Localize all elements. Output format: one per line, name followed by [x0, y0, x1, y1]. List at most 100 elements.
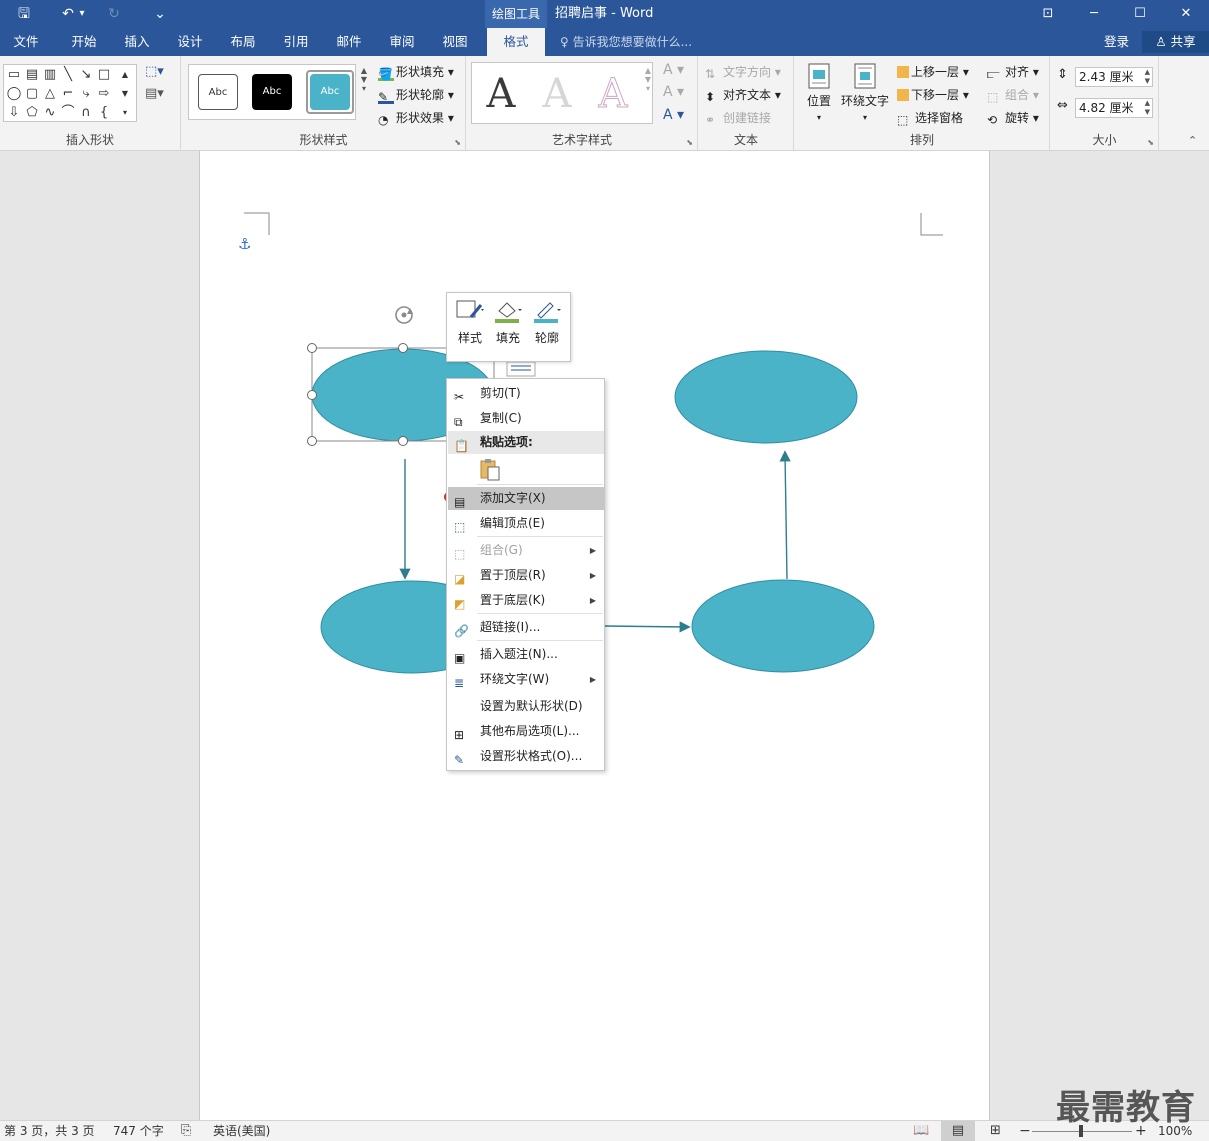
wordart-style-light[interactable]: A [532, 69, 582, 119]
menu-item-insert-caption[interactable]: ▣ 插入题注(N)... [448, 643, 604, 666]
width-input[interactable]: 4.82 厘米 ▲ ▼ [1075, 98, 1153, 118]
style-sample-outline[interactable]: Abc [198, 74, 238, 110]
connector-arrow-up[interactable] [779, 450, 791, 580]
shape-square-icon[interactable]: □ [95, 66, 113, 83]
share-button[interactable]: ♙ 共享 [1142, 31, 1209, 53]
mini-outline-button[interactable]: 轮廓 [529, 299, 565, 346]
resize-handle-s[interactable] [398, 436, 408, 446]
tab-home[interactable]: 开始 [60, 28, 108, 56]
zoom-out-button[interactable]: − [1019, 1121, 1031, 1141]
menu-item-copy[interactable]: ⧉ 复制(C) [448, 407, 604, 430]
menu-item-wrap-text[interactable]: ≣ 环绕文字(W) ▶ [448, 668, 604, 691]
web-layout-icon[interactable]: ⊞ [990, 1121, 1001, 1141]
shape-styles-scroll-icon[interactable]: ▲ ▼ ▾ [358, 66, 370, 93]
wordart-launcher-icon[interactable]: ⬊ [686, 138, 693, 147]
menu-item-more-layout-options[interactable]: ⊞ 其他布局选项(L)... [448, 720, 604, 743]
rotate-handle-icon[interactable] [395, 306, 413, 324]
shape-vtextbox-icon[interactable]: ▥ [41, 66, 59, 83]
shape-effects-button[interactable]: ◔ 形状效果 ▾ [378, 109, 454, 127]
collapse-ribbon-icon[interactable]: ⌃ [1188, 134, 1197, 147]
shape-line-icon[interactable]: ╲ [59, 66, 77, 83]
style-sample-dark[interactable]: Abc [252, 74, 292, 110]
style-sample-teal[interactable]: Abc [310, 74, 350, 110]
shape-triangle-icon[interactable]: △ [41, 85, 59, 102]
shape-oval-icon[interactable]: ◯ [5, 85, 23, 102]
shape-right-arrow-icon[interactable]: ⇨ [95, 85, 113, 102]
shape-freeform-icon[interactable]: ⬠ [23, 104, 41, 121]
menu-item-set-default-shape[interactable]: 设置为默认形状(D) [448, 695, 604, 718]
wordart-scroll-icon[interactable]: ▲ ▼ ▾ [642, 66, 654, 93]
shape-elbow-arrow-icon[interactable]: ⤷ [77, 85, 95, 102]
resize-handle-sw[interactable] [307, 436, 317, 446]
wordart-style-outline[interactable]: A [588, 69, 638, 119]
resize-handle-w[interactable] [307, 390, 317, 400]
shape-elbow-icon[interactable]: ⌐ [59, 85, 77, 102]
menu-item-hyperlink[interactable]: 🔗 超链接(I)... [448, 616, 604, 639]
size-launcher-icon[interactable]: ⬊ [1147, 138, 1154, 147]
bring-forward-button[interactable]: 上移一层 ▾ [897, 63, 969, 80]
tab-format[interactable]: 格式 [487, 28, 545, 56]
layout-options-icon[interactable] [506, 361, 536, 377]
shape-rect-icon[interactable]: ▭ [5, 66, 23, 83]
wrap-text-button[interactable]: 环绕文字 ▾ [839, 62, 891, 123]
print-layout-icon[interactable]: ▤ [941, 1121, 975, 1141]
shape-styles-launcher-icon[interactable]: ⬊ [454, 138, 461, 147]
align-text-button[interactable]: ⬍ 对齐文本 ▾ [705, 86, 781, 104]
ribbon-display-options-icon[interactable]: ⊡ [1025, 0, 1071, 28]
wordart-style-dark[interactable]: A [476, 69, 526, 119]
language-status[interactable]: 英语(美国) [213, 1121, 270, 1141]
edit-shape-icon[interactable]: ⬚▾ [145, 64, 164, 79]
menu-item-bring-to-front[interactable]: ◪ 置于顶层(R) ▶ [448, 564, 604, 587]
shape-arrow-line-icon[interactable]: ↘ [77, 66, 95, 83]
shapes-scroll-down-icon[interactable]: ▼ [116, 85, 134, 102]
shape-styles-gallery[interactable]: Abc Abc Abc [188, 64, 356, 120]
save-icon[interactable]: 🖫 [12, 4, 36, 24]
vertical-scrollbar[interactable] [1192, 151, 1209, 1120]
shape-rounded-rect-icon[interactable]: ▢ [23, 85, 41, 102]
tab-mailings[interactable]: 邮件 [325, 28, 373, 56]
paste-picture-icon[interactable] [479, 458, 501, 482]
tab-view[interactable]: 视图 [431, 28, 479, 56]
mini-fill-button[interactable]: 填充 [490, 299, 526, 346]
menu-item-format-shape[interactable]: ✎ 设置形状格式(O)... [448, 745, 604, 768]
customize-toolbar-icon[interactable]: ⌄ [148, 4, 172, 24]
shape-curve-icon[interactable]: ∩ [77, 104, 95, 121]
menu-item-add-text[interactable]: ▤ 添加文字(X) [448, 487, 604, 510]
tab-file[interactable]: 文件 [2, 28, 50, 56]
wordart-gallery[interactable]: A A A [471, 62, 653, 124]
mini-style-button[interactable]: 样式 [452, 299, 488, 346]
shape-fill-button[interactable]: 🪣 形状填充 ▾ [378, 63, 454, 81]
close-icon[interactable]: ✕ [1163, 0, 1209, 28]
page-count[interactable]: 第 3 页，共 3 页 [4, 1121, 95, 1141]
shapes-scroll-up-icon[interactable]: ▲ [116, 66, 134, 83]
tab-insert[interactable]: 插入 [113, 28, 161, 56]
connector-arrow-right[interactable] [603, 621, 691, 633]
rotate-button[interactable]: ⟲ 旋转 ▾ [987, 109, 1039, 127]
height-input[interactable]: 2.43 厘米 ▲ ▼ [1075, 67, 1153, 87]
shape-outline-button[interactable]: ✎ 形状轮廓 ▾ [378, 86, 454, 104]
menu-item-cut[interactable]: ✂ 剪切(T) [448, 382, 604, 405]
sign-in-link[interactable]: 登录 [1104, 28, 1129, 56]
tab-references[interactable]: 引用 [272, 28, 320, 56]
proofing-icon[interactable]: ⎘ [181, 1121, 191, 1141]
ellipse-top-right[interactable] [674, 350, 858, 444]
shapes-more-icon[interactable]: ▾ [116, 104, 134, 121]
menu-item-send-to-back[interactable]: ◩ 置于底层(K) ▶ [448, 589, 604, 612]
tell-me-search[interactable]: ♀ 告诉我您想要做什么... [560, 28, 692, 56]
shapes-gallery[interactable]: ▭ ▤ ▥ ╲ ↘ □ ◯ ▢ △ ⌐ ⤷ ⇨ ⇩ ⬠ ∿ ⌒ ∩ { ▲ ▼ … [3, 64, 137, 122]
shape-arc-icon[interactable]: ⌒ [59, 104, 77, 121]
shape-brace-icon[interactable]: { [95, 104, 113, 121]
resize-handle-nw[interactable] [307, 343, 317, 353]
tab-design[interactable]: 设计 [166, 28, 214, 56]
tab-review[interactable]: 审阅 [378, 28, 426, 56]
text-effects-icon[interactable]: A ▾ [663, 107, 684, 123]
shape-scribble-icon[interactable]: ∿ [41, 104, 59, 121]
selection-pane-button[interactable]: ⬚ 选择窗格 [897, 109, 963, 127]
resize-handle-n[interactable] [398, 343, 408, 353]
word-count[interactable]: 747 个字 [113, 1121, 164, 1141]
ellipse-bottom-right[interactable] [691, 579, 875, 673]
send-backward-button[interactable]: 下移一层 ▾ [897, 86, 969, 103]
position-button[interactable]: 位置 ▾ [801, 62, 837, 123]
shape-textbox-icon[interactable]: ▤ [23, 66, 41, 83]
shape-down-arrow-icon[interactable]: ⇩ [5, 104, 23, 121]
